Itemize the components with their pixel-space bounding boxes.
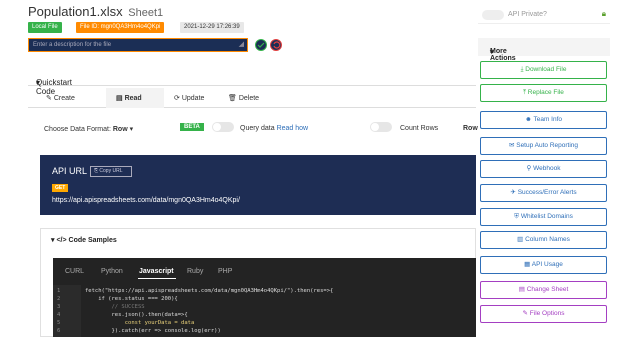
- query-data-toggle[interactable]: [212, 122, 234, 132]
- timestamp-badge: 2021-12-29 17:26:39: [180, 22, 244, 33]
- sheet-name: Sheet1: [128, 7, 164, 19]
- private-switch[interactable]: [482, 10, 504, 20]
- format-selector[interactable]: Choose Data Format: Row ▾: [44, 125, 133, 133]
- cancel-description-button[interactable]: [270, 39, 282, 51]
- description-field[interactable]: Enter a description for the file ◢: [28, 38, 248, 52]
- action-change-sheet-button[interactable]: ▤ Change Sheet: [480, 281, 607, 299]
- chart-icon: ▦: [524, 261, 532, 268]
- beta-badge: BETA: [180, 123, 204, 131]
- action-label: Download File: [525, 66, 567, 73]
- action-label: Change Sheet: [526, 286, 569, 293]
- line-number: 6: [57, 328, 61, 334]
- create-icon: ✎: [46, 95, 52, 102]
- resize-handle-icon: ◢: [238, 41, 244, 48]
- line-number: 4: [57, 312, 61, 318]
- action-whitelist-domains-button[interactable]: ⛨ Whitelist Domains: [480, 208, 607, 226]
- shield-icon: ⛨: [514, 213, 521, 220]
- action-api-usage-button[interactable]: ▦ API Usage: [480, 256, 607, 274]
- code-samples-title: </> Code Samples: [56, 237, 117, 244]
- action-team-info-button[interactable]: ☻ Team Info: [480, 111, 607, 129]
- line-number: 3: [57, 304, 61, 310]
- code-line: res.json().then(data=>{: [85, 312, 188, 318]
- caret-down-icon: ▾: [127, 126, 134, 133]
- action-download-file-button[interactable]: ⤓ Download File: [480, 61, 607, 79]
- sheet-icon: ▤: [518, 286, 527, 293]
- api-url-text: https://api.apispreadsheets.com/data/mgn…: [52, 197, 240, 204]
- action-label: Webhook: [533, 165, 561, 172]
- edit-icon: ✎: [522, 310, 530, 317]
- action-file-options-button[interactable]: ✎ File Options: [480, 305, 607, 323]
- action-label: Replace File: [527, 89, 564, 96]
- tab-curl[interactable]: CURL: [65, 268, 84, 275]
- code-line: if (res.status === 200){: [85, 296, 178, 302]
- document-icon: ▤: [116, 95, 123, 102]
- page-title: Population1.xlsx Sheet1: [28, 4, 163, 19]
- tab-python[interactable]: Python: [101, 268, 123, 275]
- tab-delete[interactable]: 🗑︎ Delete: [228, 94, 259, 102]
- action-label: Team Info: [533, 116, 563, 123]
- lock-icon: 🔒︎: [601, 9, 606, 18]
- action-label: File Options: [529, 310, 565, 317]
- action-label: Success/Error Alerts: [517, 189, 577, 196]
- tab-create[interactable]: ✎ Create: [46, 94, 75, 102]
- refresh-icon: ⟳: [174, 95, 180, 102]
- action-replace-file-button[interactable]: ⤒ Replace File: [480, 84, 607, 102]
- action-label: Column Names: [525, 236, 570, 243]
- code-line: fetch("https://api.apispreadsheets.com/d…: [85, 288, 334, 294]
- api-url-panel: API URL ⎘ Copy URL GET https://api.apisp…: [40, 155, 476, 215]
- action-label: API Usage: [531, 261, 563, 268]
- copy-url-button[interactable]: ⎘ Copy URL: [90, 166, 132, 177]
- action-webhook-button[interactable]: ⚲ Webhook: [480, 160, 607, 178]
- row-label-cut: Row: [463, 125, 478, 132]
- columns-icon: ▥: [517, 236, 526, 243]
- file-id-badge: File ID: mgn0QA3Hm4o4QKpi: [76, 22, 165, 33]
- line-number: 2: [57, 296, 61, 302]
- save-description-button[interactable]: [255, 39, 267, 51]
- code-line: }).catch(err => console.log(err)): [85, 328, 221, 334]
- action-label: Setup Auto Reporting: [516, 142, 579, 149]
- line-number: 5: [57, 320, 61, 326]
- code-line: // SUCCESS: [85, 304, 145, 310]
- api-private-toggle[interactable]: API Private? 🔒︎: [478, 4, 610, 24]
- code-line: const yourData = data: [85, 320, 195, 326]
- format-value[interactable]: Row: [113, 126, 128, 133]
- count-rows-toggle[interactable]: [370, 122, 392, 132]
- crud-tabs: ✎ Create ▤ Read ⟳ Update 🗑︎ Delete: [28, 88, 476, 108]
- copy-icon: ⎘: [94, 168, 99, 174]
- action-setup-auto-reporting-button[interactable]: ✉ Setup Auto Reporting: [480, 137, 607, 155]
- quickstart-header[interactable]: ▾ Quickstart Code: [28, 68, 476, 96]
- api-url-label: API URL: [52, 166, 88, 176]
- private-label: API Private?: [508, 11, 547, 18]
- tab-php[interactable]: PHP: [218, 268, 232, 275]
- tab-ruby[interactable]: Ruby: [187, 268, 203, 275]
- action-column-names-button[interactable]: ▥ Column Names: [480, 231, 607, 249]
- tab-update[interactable]: ⟳ Update: [174, 94, 204, 102]
- action-success-error-alerts-button[interactable]: ✈ Success/Error Alerts: [480, 184, 607, 202]
- method-badge: GET: [52, 184, 69, 192]
- file-name: Population1.xlsx: [28, 4, 123, 19]
- check-icon: [257, 42, 265, 48]
- tab-read[interactable]: ▤ Read: [116, 94, 142, 102]
- count-rows-label: Count Rows: [400, 125, 439, 132]
- trash-icon: 🗑︎: [228, 95, 237, 102]
- action-label: Whitelist Domains: [520, 213, 573, 220]
- tab-javascript[interactable]: Javascript: [139, 268, 174, 275]
- chevron-down-icon: ▾: [51, 237, 55, 244]
- local-file-badge: Local File: [28, 22, 62, 33]
- alert-icon: ✈: [510, 189, 518, 196]
- read-how-link[interactable]: Read how: [277, 125, 309, 132]
- more-actions-header[interactable]: ▾ More Actions: [478, 38, 610, 62]
- undo-icon: [273, 41, 281, 49]
- query-data-label: Query data Read how: [240, 125, 309, 132]
- code-block: CURL Python Javascript Ruby PHP 1 2 3 4 …: [53, 258, 476, 337]
- line-number: 1: [57, 288, 61, 294]
